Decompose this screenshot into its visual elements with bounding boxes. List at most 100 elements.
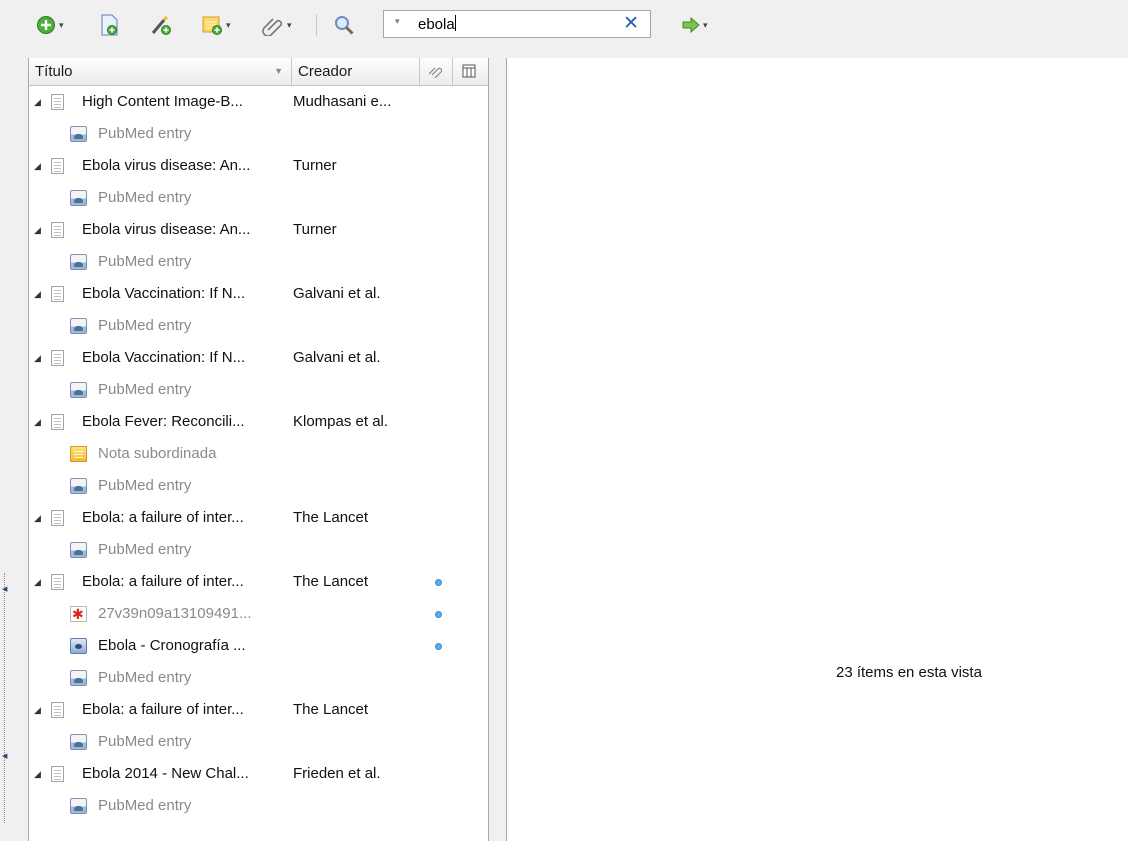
expand-toggle-icon[interactable]: ◢ (34, 502, 41, 534)
attachment-dot-icon[interactable] (435, 579, 442, 586)
item-creator: The Lancet (293, 701, 369, 718)
web-link-icon (70, 190, 87, 206)
column-creator-label: Creador (298, 63, 353, 80)
attachment-dot-icon[interactable] (435, 643, 442, 650)
expand-toggle-icon[interactable]: ◢ (34, 758, 41, 790)
attachment-title: PubMed entry (98, 541, 192, 558)
paperclip-icon (427, 67, 443, 81)
item-creator: Galvani et al. (293, 349, 381, 366)
journal-article-icon (51, 350, 64, 366)
attachment-row[interactable]: PubMed entry (29, 470, 488, 502)
item-creator: The Lancet (293, 509, 369, 526)
expand-left-arrow-icon[interactable]: ◀ (2, 752, 7, 760)
expand-toggle-icon[interactable]: ◢ (34, 150, 41, 182)
web-link-icon (70, 798, 87, 814)
web-link-icon (70, 542, 87, 558)
attachment-dot-icon[interactable] (435, 611, 442, 618)
item-row[interactable]: ◢ Ebola: a failure of inter... The Lancet (29, 694, 488, 726)
attachment-title: PubMed entry (98, 317, 192, 334)
toolbar-separator (316, 14, 317, 36)
note-icon (70, 446, 87, 462)
attachment-row[interactable]: Nota subordinada (29, 438, 488, 470)
paperclip-icon (262, 18, 283, 36)
expand-toggle-icon[interactable]: ◢ (34, 342, 41, 374)
chevron-down-icon: ▾ (703, 19, 708, 30)
chevron-down-icon: ▾ (59, 19, 64, 30)
attachment-title: PubMed entry (98, 669, 192, 686)
advanced-search-button[interactable] (333, 13, 355, 37)
splitter-grip[interactable] (4, 573, 6, 823)
expand-toggle-icon[interactable]: ◢ (34, 406, 41, 438)
expand-toggle-icon[interactable]: ◢ (34, 214, 41, 246)
column-header-creator[interactable]: Creador (292, 58, 420, 85)
attachment-row[interactable]: 27v39n09a13109491... (29, 598, 488, 630)
add-by-identifier-button[interactable] (150, 13, 172, 37)
attachment-row[interactable]: PubMed entry (29, 310, 488, 342)
item-title: Ebola: a failure of inter... (82, 509, 244, 526)
item-row[interactable]: ◢ Ebola Vaccination: If N... Galvani et al… (29, 278, 488, 310)
attachment-row[interactable]: PubMed entry (29, 662, 488, 694)
attachment-row[interactable]: PubMed entry (29, 790, 488, 822)
attachment-title: Ebola - Cronografía ... (98, 637, 246, 654)
item-title: Ebola Fever: Reconcili... (82, 413, 245, 430)
expand-toggle-icon[interactable]: ◢ (34, 694, 41, 726)
item-row[interactable]: ◢ Ebola virus disease: An... Turner (29, 150, 488, 182)
journal-article-icon (51, 574, 64, 590)
search-mode-dropdown-icon[interactable]: ▾ (395, 16, 400, 27)
new-item-from-doc-button[interactable] (99, 13, 119, 37)
attachment-row[interactable]: PubMed entry (29, 534, 488, 566)
attachment-title: PubMed entry (98, 381, 192, 398)
web-link-icon (70, 734, 87, 750)
pane-splitter[interactable] (489, 58, 507, 841)
attachment-row[interactable]: PubMed entry (29, 246, 488, 278)
item-row[interactable]: ◢ Ebola virus disease: An... Turner (29, 214, 488, 246)
attachment-row[interactable]: PubMed entry (29, 118, 488, 150)
item-title: Ebola virus disease: An... (82, 221, 251, 238)
green-arrow-icon (682, 17, 700, 33)
close-icon[interactable]: ✕ (623, 12, 639, 35)
item-creator: Galvani et al. (293, 285, 381, 302)
item-title: High Content Image-B... (82, 93, 243, 110)
locate-button[interactable]: ▾ (682, 13, 708, 37)
item-creator: The Lancet (293, 573, 369, 590)
item-creator: Turner (293, 157, 337, 174)
web-link-icon (70, 254, 87, 270)
new-note-button[interactable]: ▾ (201, 13, 231, 37)
column-header-attachments[interactable] (420, 58, 453, 85)
search-input[interactable]: ▾ ebola ✕ (383, 10, 651, 38)
item-title: Ebola 2014 - New Chal... (82, 765, 249, 782)
add-attachment-button[interactable]: ▾ (262, 13, 292, 37)
column-header-title[interactable]: Título ▼ (29, 58, 292, 85)
item-title: Ebola: a failure of inter... (82, 573, 244, 590)
item-row[interactable]: ◢ Ebola 2014 - New Chal... Frieden et al. (29, 758, 488, 790)
expand-toggle-icon[interactable]: ◢ (34, 278, 41, 310)
items-tree[interactable]: Título ▼ Creador ◢ High Content Image-B..… (28, 58, 489, 841)
journal-article-icon (51, 702, 64, 718)
item-title: Ebola: a failure of inter... (82, 701, 244, 718)
item-title: Ebola Vaccination: If N... (82, 285, 246, 302)
item-row[interactable]: ◢ Ebola Vaccination: If N... Galvani et al… (29, 342, 488, 374)
expand-left-arrow-icon[interactable]: ◀ (2, 585, 7, 593)
sort-indicator-icon: ▼ (274, 66, 283, 76)
new-item-button[interactable]: ▾ (36, 13, 64, 37)
item-row[interactable]: ◢ Ebola Fever: Reconcili... Klompas et al. (29, 406, 488, 438)
attachment-row[interactable]: PubMed entry (29, 374, 488, 406)
web-link-icon (70, 382, 87, 398)
web-link-icon (70, 126, 87, 142)
plus-circle-icon (37, 16, 55, 34)
web-link-icon (70, 478, 87, 494)
expand-toggle-icon[interactable]: ◢ (34, 566, 41, 598)
attachment-title: Nota subordinada (98, 445, 217, 462)
item-row[interactable]: ◢ Ebola: a failure of inter... The Lancet (29, 566, 488, 598)
column-picker-button[interactable] (453, 58, 488, 85)
expand-toggle-icon[interactable]: ◢ (34, 86, 41, 118)
item-row[interactable]: ◢ High Content Image-B... Mudhasani e... (29, 86, 488, 118)
attachment-title: PubMed entry (98, 189, 192, 206)
journal-article-icon (51, 94, 64, 110)
web-link-icon (70, 318, 87, 334)
attachment-row[interactable]: Ebola - Cronografía ... (29, 630, 488, 662)
item-row[interactable]: ◢ Ebola: a failure of inter... The Lancet (29, 502, 488, 534)
journal-article-icon (51, 286, 64, 302)
attachment-row[interactable]: PubMed entry (29, 726, 488, 758)
attachment-row[interactable]: PubMed entry (29, 182, 488, 214)
